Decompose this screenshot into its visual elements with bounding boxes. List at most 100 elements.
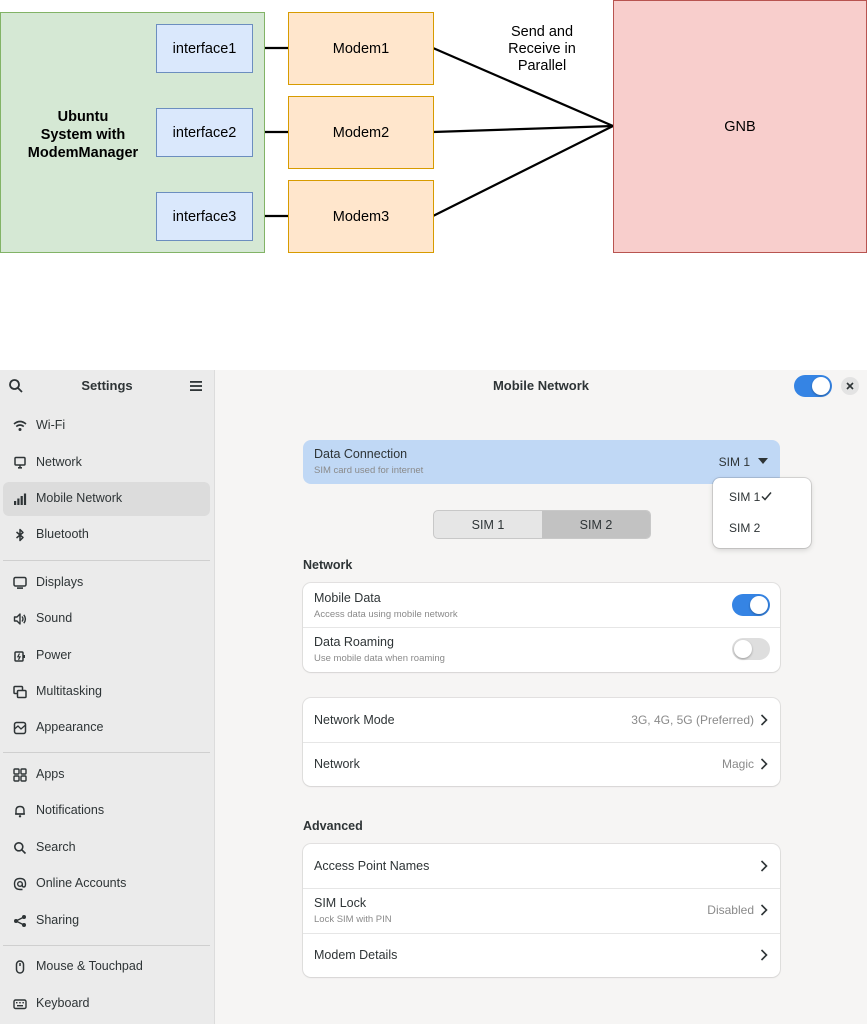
chevron-right-icon <box>760 949 768 961</box>
network-row[interactable]: Network Magic <box>303 743 780 786</box>
chevron-right-icon <box>760 860 768 872</box>
main-header: Mobile Network <box>215 370 867 402</box>
interface1-box: interface1 <box>156 24 253 73</box>
sidebar-item-label: Bluetooth <box>36 527 89 541</box>
sim-lock-subtitle: Lock SIM with PIN <box>314 914 392 925</box>
sidebar-item-label: Power <box>36 648 72 662</box>
sidebar-item-mouse-touchpad[interactable]: Mouse & Touchpad <box>3 950 210 984</box>
data-roaming-title: Data Roaming <box>314 635 394 649</box>
sidebar-item-label: Apps <box>36 767 65 781</box>
sidebar-item-label: Appearance <box>36 720 104 734</box>
sidebar-item-label: Multitasking <box>36 684 102 698</box>
network-section-label: Network <box>303 558 353 572</box>
network-mode-value: 3G, 4G, 5G (Preferred) <box>631 713 754 727</box>
data-connection-title: Data Connection <box>314 447 408 461</box>
network-icon <box>14 456 26 469</box>
sidebar-item-keyboard[interactable]: Keyboard <box>3 987 210 1021</box>
modem2-box: Modem2 <box>288 96 434 169</box>
sidebar-item-online-accounts[interactable]: Online Accounts <box>3 867 210 901</box>
network-mode-title: Network Mode <box>314 713 395 727</box>
network-mode-card: Network Mode 3G, 4G, 5G (Preferred) Netw… <box>303 698 780 786</box>
close-button[interactable] <box>841 377 859 395</box>
ubuntu-label-line-2: System with <box>40 127 126 143</box>
dropdown-arrow-icon <box>758 458 768 464</box>
checkmark-icon <box>761 492 772 501</box>
network-title: Network <box>314 757 360 771</box>
tab-sim2[interactable]: SIM 2 <box>542 511 650 538</box>
mobile-data-title: Mobile Data <box>314 591 381 605</box>
modem-details-row[interactable]: Modem Details <box>303 934 780 977</box>
sidebar-item-label: Mobile Network <box>36 491 123 505</box>
mouse-icon <box>15 960 25 974</box>
display-icon <box>13 576 27 589</box>
sidebar-item-wifi[interactable]: Wi-Fi <box>3 409 210 443</box>
dropdown-option-sim1[interactable]: SIM 1 <box>729 490 760 504</box>
page-title: Mobile Network <box>492 378 590 393</box>
sidebar-item-apps[interactable]: Apps <box>3 758 210 792</box>
apps-icon <box>13 768 27 782</box>
wifi-icon <box>13 420 27 431</box>
sidebar-item-network[interactable]: Network <box>3 446 210 480</box>
sidebar-item-label: Displays <box>36 575 84 589</box>
modem3-box: Modem3 <box>288 180 434 253</box>
sidebar-item-sound[interactable]: Sound <box>3 602 210 636</box>
tab-sim1[interactable]: SIM 1 <box>434 511 542 538</box>
toggle-knob <box>812 377 830 395</box>
sim-dropdown-popover: SIM 1 SIM 2 <box>713 478 811 548</box>
connector-modem3-gnb <box>432 125 614 217</box>
sim-tab-switcher: SIM 1 SIM 2 <box>433 510 651 539</box>
network-card: Mobile Data Access data using mobile net… <box>303 583 780 672</box>
ubuntu-label-line-3: ModemManager <box>27 145 139 161</box>
sidebar-item-bluetooth[interactable]: Bluetooth <box>3 518 210 552</box>
data-roaming-toggle[interactable] <box>732 638 770 660</box>
bluetooth-icon <box>16 528 24 542</box>
sidebar-header: Settings <box>0 370 214 402</box>
data-roaming-row[interactable]: Data Roaming Use mobile data when roamin… <box>303 628 780 672</box>
mobile-network-toggle[interactable] <box>794 375 832 397</box>
ubuntu-label-line-1: Ubuntu <box>57 109 109 125</box>
mobile-data-subtitle: Access data using mobile network <box>314 609 458 620</box>
access-point-names-title: Access Point Names <box>314 859 430 873</box>
dropdown-option-sim2[interactable]: SIM 2 <box>729 521 760 535</box>
sidebar-item-label: Keyboard <box>36 996 90 1010</box>
network-mode-row[interactable]: Network Mode 3G, 4G, 5G (Preferred) <box>303 698 780 742</box>
sidebar-item-power[interactable]: Power <box>3 639 210 673</box>
dropdown-option-label: SIM 1 <box>729 490 761 504</box>
data-connection-row[interactable]: Data Connection SIM card used for intern… <box>303 440 780 484</box>
sidebar-item-label: Sound <box>36 611 73 625</box>
sidebar-divider <box>3 752 210 753</box>
sidebar-item-label: Network <box>36 455 82 469</box>
sidebar-title: Settings <box>81 378 133 393</box>
parallel-label-line-1: Send and <box>510 24 574 40</box>
hamburger-menu-icon[interactable] <box>188 378 204 394</box>
mobile-data-row[interactable]: Mobile Data Access data using mobile net… <box>303 583 780 627</box>
architecture-diagram: Ubuntu System with ModemManager interfac… <box>0 0 867 370</box>
toggle-knob <box>750 596 768 614</box>
parallel-label: Send and Receive in Parallel <box>496 24 588 75</box>
settings-window: Settings Wi-Fi Network Mobile Network Bl… <box>0 370 867 1024</box>
keyboard-icon <box>13 999 27 1010</box>
parallel-label-line-2: Receive in <box>508 41 576 57</box>
sim-lock-title: SIM Lock <box>314 896 367 910</box>
dropdown-option-label: SIM 2 <box>729 521 761 535</box>
gnb-box: GNB <box>613 0 867 253</box>
network-value: Magic <box>721 757 754 771</box>
sidebar-item-displays[interactable]: Displays <box>3 566 210 600</box>
access-point-names-row[interactable]: Access Point Names <box>303 844 780 888</box>
sidebar-item-label: Search <box>36 840 76 854</box>
data-connection-value: SIM 1 <box>718 455 750 469</box>
chevron-right-icon <box>760 904 768 916</box>
sim-lock-row[interactable]: SIM Lock Lock SIM with PIN Disabled <box>303 889 780 933</box>
data-connection-subtitle: SIM card used for internet <box>314 465 424 476</box>
sidebar-item-label: Wi-Fi <box>36 418 66 432</box>
sidebar-item-notifications[interactable]: Notifications <box>3 794 210 828</box>
sidebar-item-mobile-network[interactable]: Mobile Network <box>3 482 210 516</box>
ubuntu-system-label: Ubuntu System with ModemManager <box>18 108 148 162</box>
sidebar-item-appearance[interactable]: Appearance <box>3 711 210 745</box>
mobile-data-toggle[interactable] <box>732 594 770 616</box>
sidebar-item-label: Online Accounts <box>36 876 127 890</box>
sidebar-item-multitasking[interactable]: Multitasking <box>3 675 210 709</box>
sidebar-item-sharing[interactable]: Sharing <box>3 904 210 938</box>
sidebar-item-search[interactable]: Search <box>3 831 210 865</box>
sidebar-divider <box>3 945 210 946</box>
